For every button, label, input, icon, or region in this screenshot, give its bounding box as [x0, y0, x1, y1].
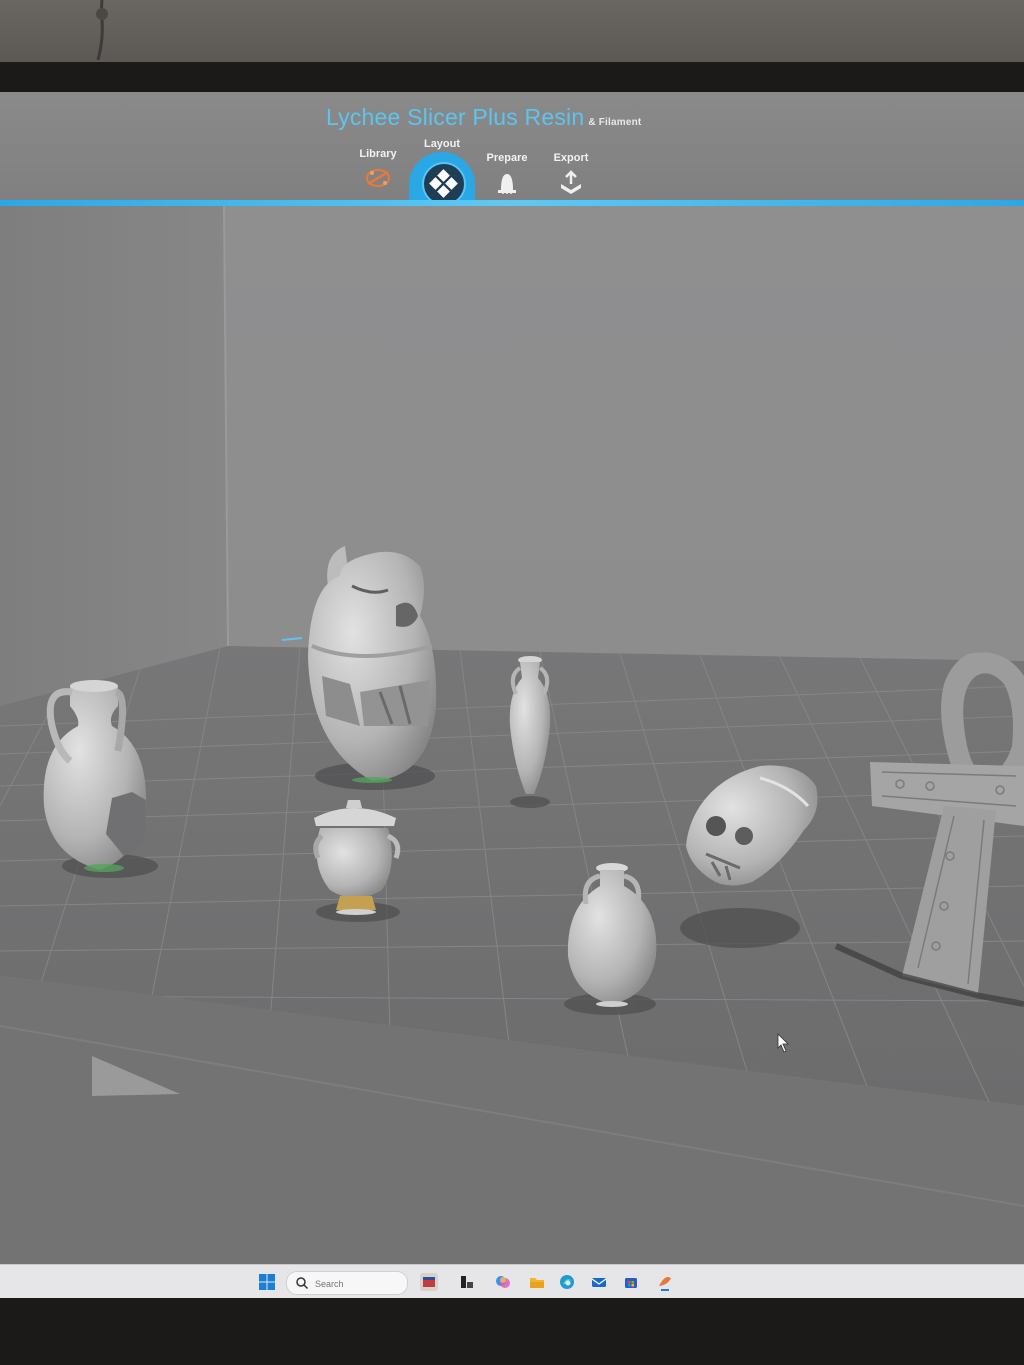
copilot-icon[interactable]	[494, 1273, 512, 1291]
tab-layout-label: Layout	[423, 138, 461, 150]
widgets-icon[interactable]	[420, 1273, 438, 1291]
store-icon[interactable]	[622, 1273, 640, 1291]
background-wall	[0, 0, 1024, 70]
app-title-text: Lychee Slicer Plus Resin	[326, 104, 585, 130]
left-wall	[0, 206, 228, 706]
scene-canvas	[0, 206, 1024, 1298]
taskbar-search[interactable]	[286, 1271, 408, 1295]
tab-export[interactable]: Export	[531, 152, 611, 196]
mail-icon[interactable]	[590, 1273, 608, 1291]
prepare-icon	[498, 174, 516, 194]
tab-library[interactable]: Library	[338, 148, 418, 192]
app-window: Lychee Slicer Plus Resin & Filament Libra…	[0, 92, 1024, 1298]
tab-layout[interactable]: Layout	[402, 138, 482, 150]
taskview-icon[interactable]	[458, 1273, 476, 1291]
app-title-suffix: & Filament	[588, 117, 642, 128]
tab-export-label: Export	[553, 152, 589, 164]
3d-viewport[interactable]	[0, 206, 1024, 1298]
library-icon	[366, 169, 390, 187]
app-header: Lychee Slicer Plus Resin & Filament Libra…	[0, 92, 1024, 212]
search-input[interactable]	[313, 1275, 403, 1293]
file-explorer-icon[interactable]	[528, 1273, 546, 1291]
start-icon[interactable]	[258, 1273, 276, 1291]
lychee-icon[interactable]	[656, 1273, 674, 1291]
search-icon	[296, 1277, 309, 1290]
app-title: Lychee Slicer Plus Resin & Filament	[326, 104, 641, 131]
wall-cable	[96, 0, 108, 60]
edge-icon[interactable]	[558, 1273, 576, 1291]
export-icon	[561, 170, 581, 194]
taskbar	[0, 1264, 1024, 1298]
